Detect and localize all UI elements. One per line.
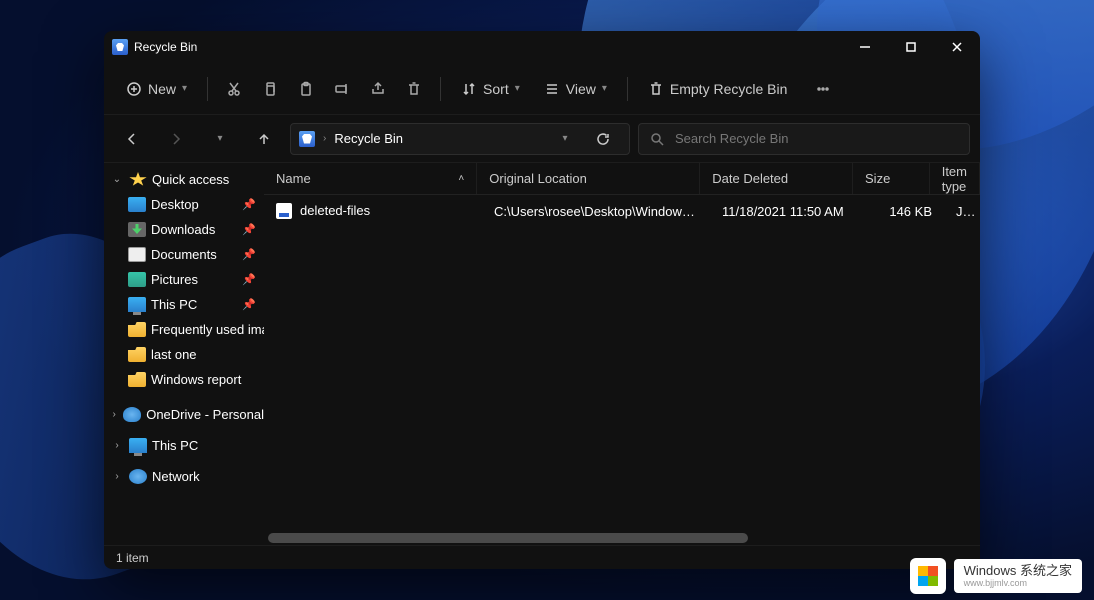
column-item-type[interactable]: Item type	[930, 163, 980, 194]
chevron-down-icon: ▾	[182, 83, 187, 94]
folder-icon	[128, 222, 146, 237]
view-button[interactable]: View ▾	[534, 71, 617, 107]
sidebar-item-network[interactable]: › Network	[104, 464, 264, 489]
horizontal-scrollbar[interactable]	[264, 531, 980, 545]
view-icon	[544, 81, 560, 97]
chevron-right-icon: ›	[110, 440, 124, 451]
folder-icon	[128, 297, 146, 312]
search-placeholder: Search Recycle Bin	[675, 131, 788, 146]
column-headers: Name˄ Original Location Date Deleted Siz…	[264, 163, 980, 195]
sort-indicator-icon: ˄	[458, 173, 464, 184]
refresh-button[interactable]	[585, 123, 621, 155]
trash-icon	[648, 81, 664, 97]
navigation-pane: ⌄ Quick access Desktop📌Downloads📌Documen…	[104, 163, 264, 545]
sidebar-item[interactable]: Pictures📌	[104, 267, 264, 292]
chevron-right-icon: ›	[323, 133, 326, 144]
watermark: Windows 系统之家 www.bjjmlv.com	[910, 558, 1082, 594]
recent-button[interactable]: ▾	[202, 123, 238, 155]
windows-logo-icon	[918, 566, 938, 586]
copy-button[interactable]	[254, 71, 286, 107]
pin-icon: 📌	[242, 248, 256, 261]
column-name[interactable]: Name˄	[264, 163, 477, 194]
file-icon	[276, 203, 292, 219]
sidebar-item[interactable]: Downloads📌	[104, 217, 264, 242]
column-date-deleted[interactable]: Date Deleted	[700, 163, 853, 194]
paste-button[interactable]	[290, 71, 322, 107]
close-button[interactable]	[934, 31, 980, 63]
column-original-location[interactable]: Original Location	[477, 163, 700, 194]
onedrive-icon	[123, 407, 141, 422]
pin-icon: 📌	[242, 298, 256, 311]
chevron-right-icon: ›	[110, 409, 118, 420]
forward-button[interactable]	[158, 123, 194, 155]
sidebar-item[interactable]: Desktop📌	[104, 192, 264, 217]
sidebar-item[interactable]: Frequently used images	[104, 317, 264, 342]
sort-button[interactable]: Sort ▾	[451, 71, 530, 107]
folder-icon	[128, 247, 146, 262]
chevron-down-icon: ⌄	[110, 174, 124, 185]
empty-recycle-bin-button[interactable]: Empty Recycle Bin	[638, 71, 797, 107]
breadcrumb[interactable]: › Recycle Bin ▾	[290, 123, 630, 155]
share-button[interactable]	[362, 71, 394, 107]
sidebar-item[interactable]: Windows report	[104, 367, 264, 392]
minimize-button[interactable]	[842, 31, 888, 63]
sidebar-item[interactable]: Documents📌	[104, 242, 264, 267]
column-size[interactable]: Size	[853, 163, 930, 194]
file-row[interactable]: deleted-files C:\Users\rosee\Desktop\Win…	[264, 195, 980, 227]
cut-button[interactable]	[218, 71, 250, 107]
recycle-bin-icon	[112, 39, 128, 55]
folder-icon	[128, 347, 146, 362]
breadcrumb-segment[interactable]: Recycle Bin	[334, 131, 403, 146]
pin-icon: 📌	[242, 198, 256, 211]
sidebar-item-this-pc[interactable]: › This PC	[104, 433, 264, 458]
window-title: Recycle Bin	[134, 40, 197, 54]
rename-button[interactable]	[326, 71, 358, 107]
item-count: 1 item	[116, 551, 149, 565]
search-input[interactable]: Search Recycle Bin	[638, 123, 970, 155]
recycle-bin-icon	[299, 131, 315, 147]
sidebar-item[interactable]: This PC📌	[104, 292, 264, 317]
pin-icon: 📌	[242, 273, 256, 286]
sort-icon	[461, 81, 477, 97]
ellipsis-icon	[815, 81, 831, 97]
network-icon	[129, 469, 147, 484]
breadcrumb-dropdown[interactable]: ▾	[547, 123, 583, 155]
maximize-button[interactable]	[888, 31, 934, 63]
address-bar: ▾ › Recycle Bin ▾ Search Recycle Bin	[104, 115, 980, 163]
search-icon	[649, 131, 665, 147]
file-list: Name˄ Original Location Date Deleted Siz…	[264, 163, 980, 545]
titlebar[interactable]: Recycle Bin	[104, 31, 980, 63]
back-button[interactable]	[114, 123, 150, 155]
chevron-down-icon: ▾	[515, 83, 520, 94]
pin-icon: 📌	[242, 223, 256, 236]
up-button[interactable]	[246, 123, 282, 155]
more-button[interactable]	[807, 71, 839, 107]
file-explorer-window: Recycle Bin New ▾ Sort ▾ View ▾	[104, 31, 980, 569]
delete-button[interactable]	[398, 71, 430, 107]
toolbar: New ▾ Sort ▾ View ▾ Empty Recycle Bin	[104, 63, 980, 115]
sidebar-item-onedrive[interactable]: › OneDrive - Personal	[104, 402, 264, 427]
chevron-right-icon: ›	[110, 471, 124, 482]
star-icon	[129, 172, 147, 187]
chevron-down-icon: ▾	[602, 83, 607, 94]
new-button[interactable]: New ▾	[116, 71, 197, 107]
folder-icon	[128, 197, 146, 212]
sidebar-item-quick-access[interactable]: ⌄ Quick access	[104, 167, 264, 192]
folder-icon	[128, 322, 146, 337]
plus-circle-icon	[126, 81, 142, 97]
pc-icon	[129, 438, 147, 453]
folder-icon	[128, 372, 146, 387]
folder-icon	[128, 272, 146, 287]
sidebar-item[interactable]: last one	[104, 342, 264, 367]
status-bar: 1 item	[104, 545, 980, 569]
